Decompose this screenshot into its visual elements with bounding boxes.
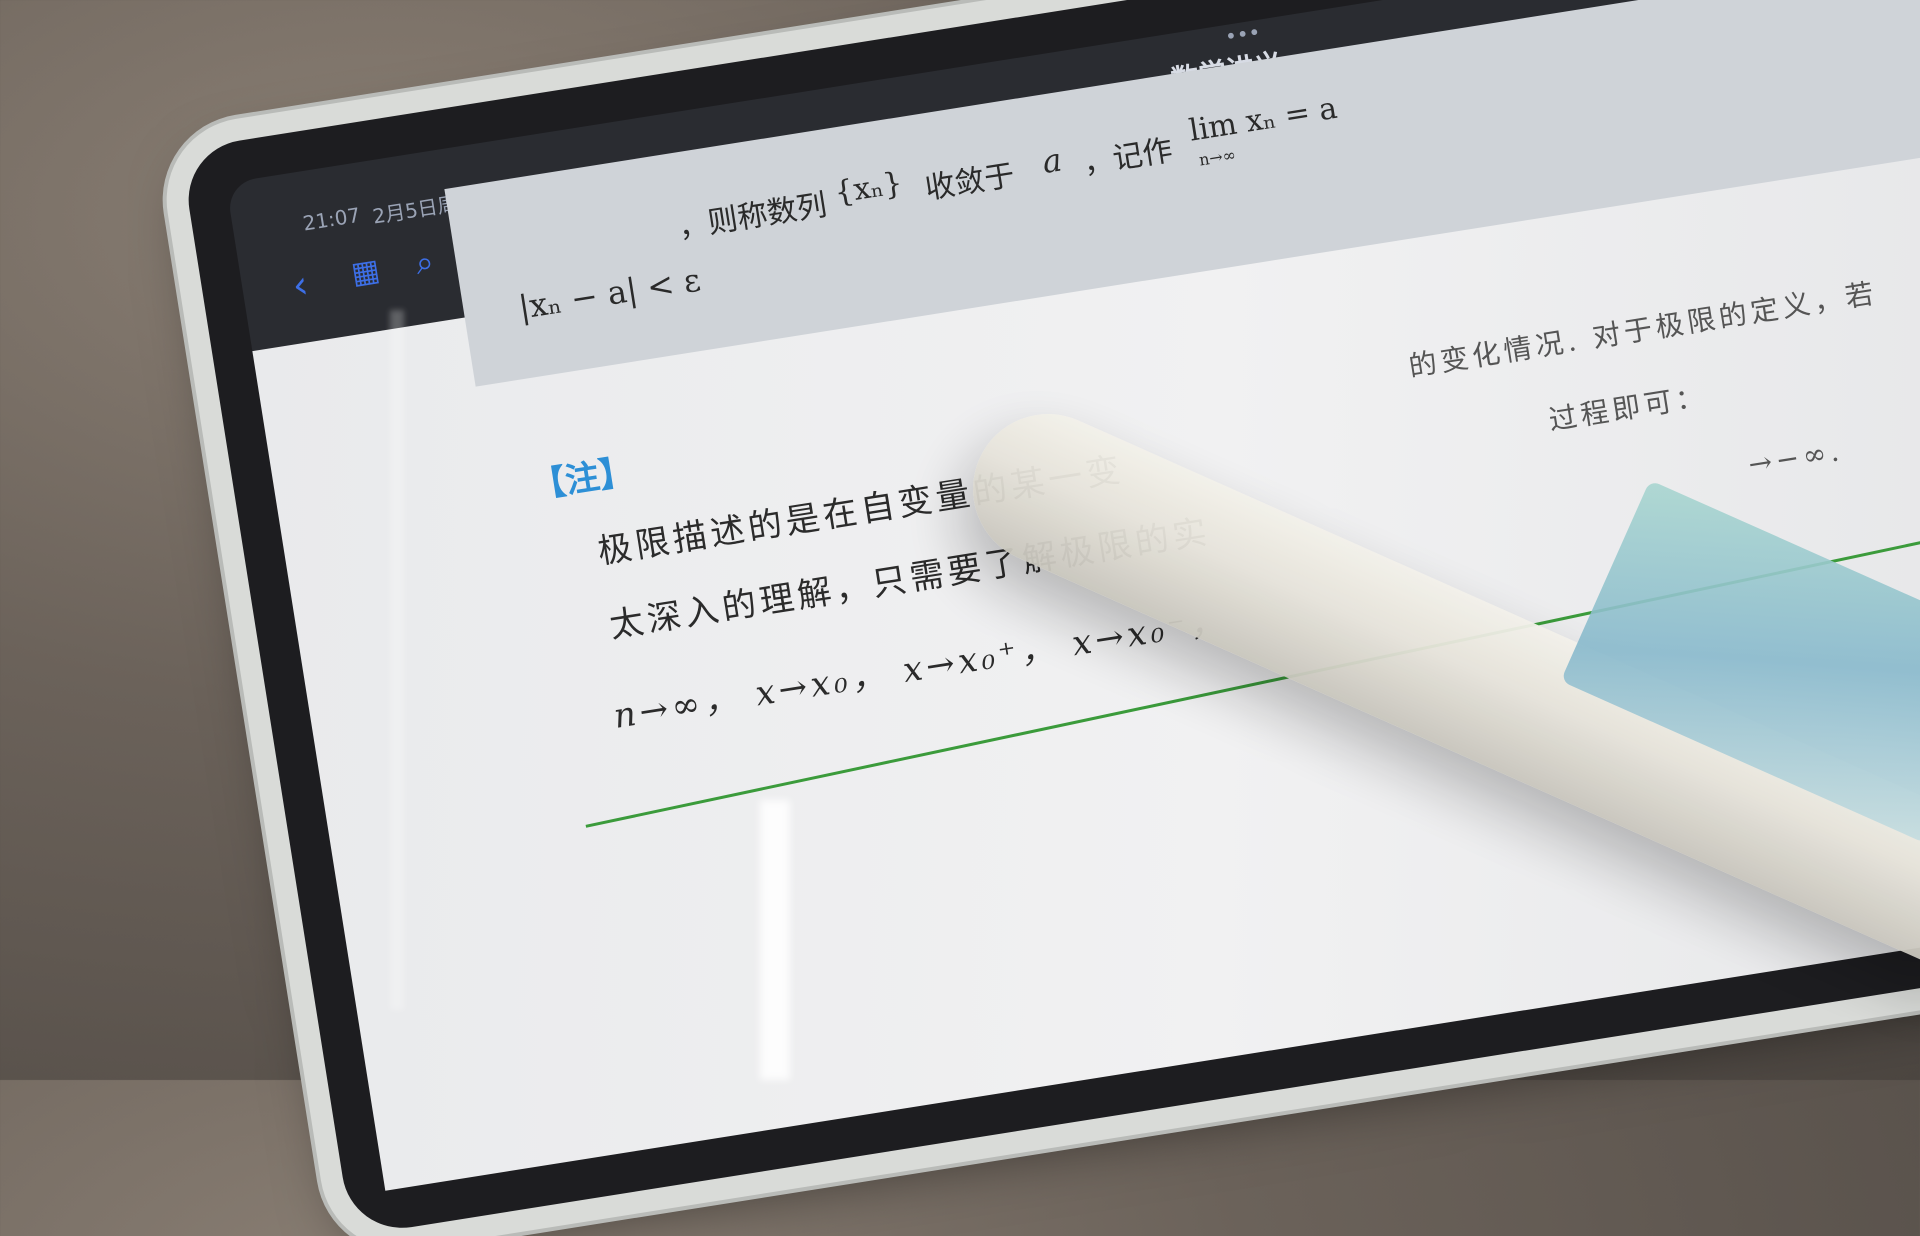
note-line-2-right: 过程即可： <box>1546 379 1710 437</box>
note-line-1-right: 的变化情况. 对于极限的定义，若 <box>1406 276 1880 384</box>
search-icon[interactable]: ⌕ <box>413 242 437 283</box>
grid-icon[interactable]: ▦ <box>349 252 382 291</box>
back-icon[interactable]: ‹ <box>289 262 311 308</box>
note-line-3-right: →−∞. <box>1746 433 1846 482</box>
photo-scene: 21:07 2月5日周三 ‹ ▦ ⌕ ⛉ ⇪ ◫ ✎ ⌫ ✐ ◇ ◯ ✪ ▣ ⊤… <box>0 0 1920 1236</box>
light-glare <box>760 800 790 1080</box>
light-reflection <box>390 310 404 1010</box>
status-time: 21:07 <box>301 202 362 236</box>
note-tag: 【注】 <box>528 451 636 507</box>
